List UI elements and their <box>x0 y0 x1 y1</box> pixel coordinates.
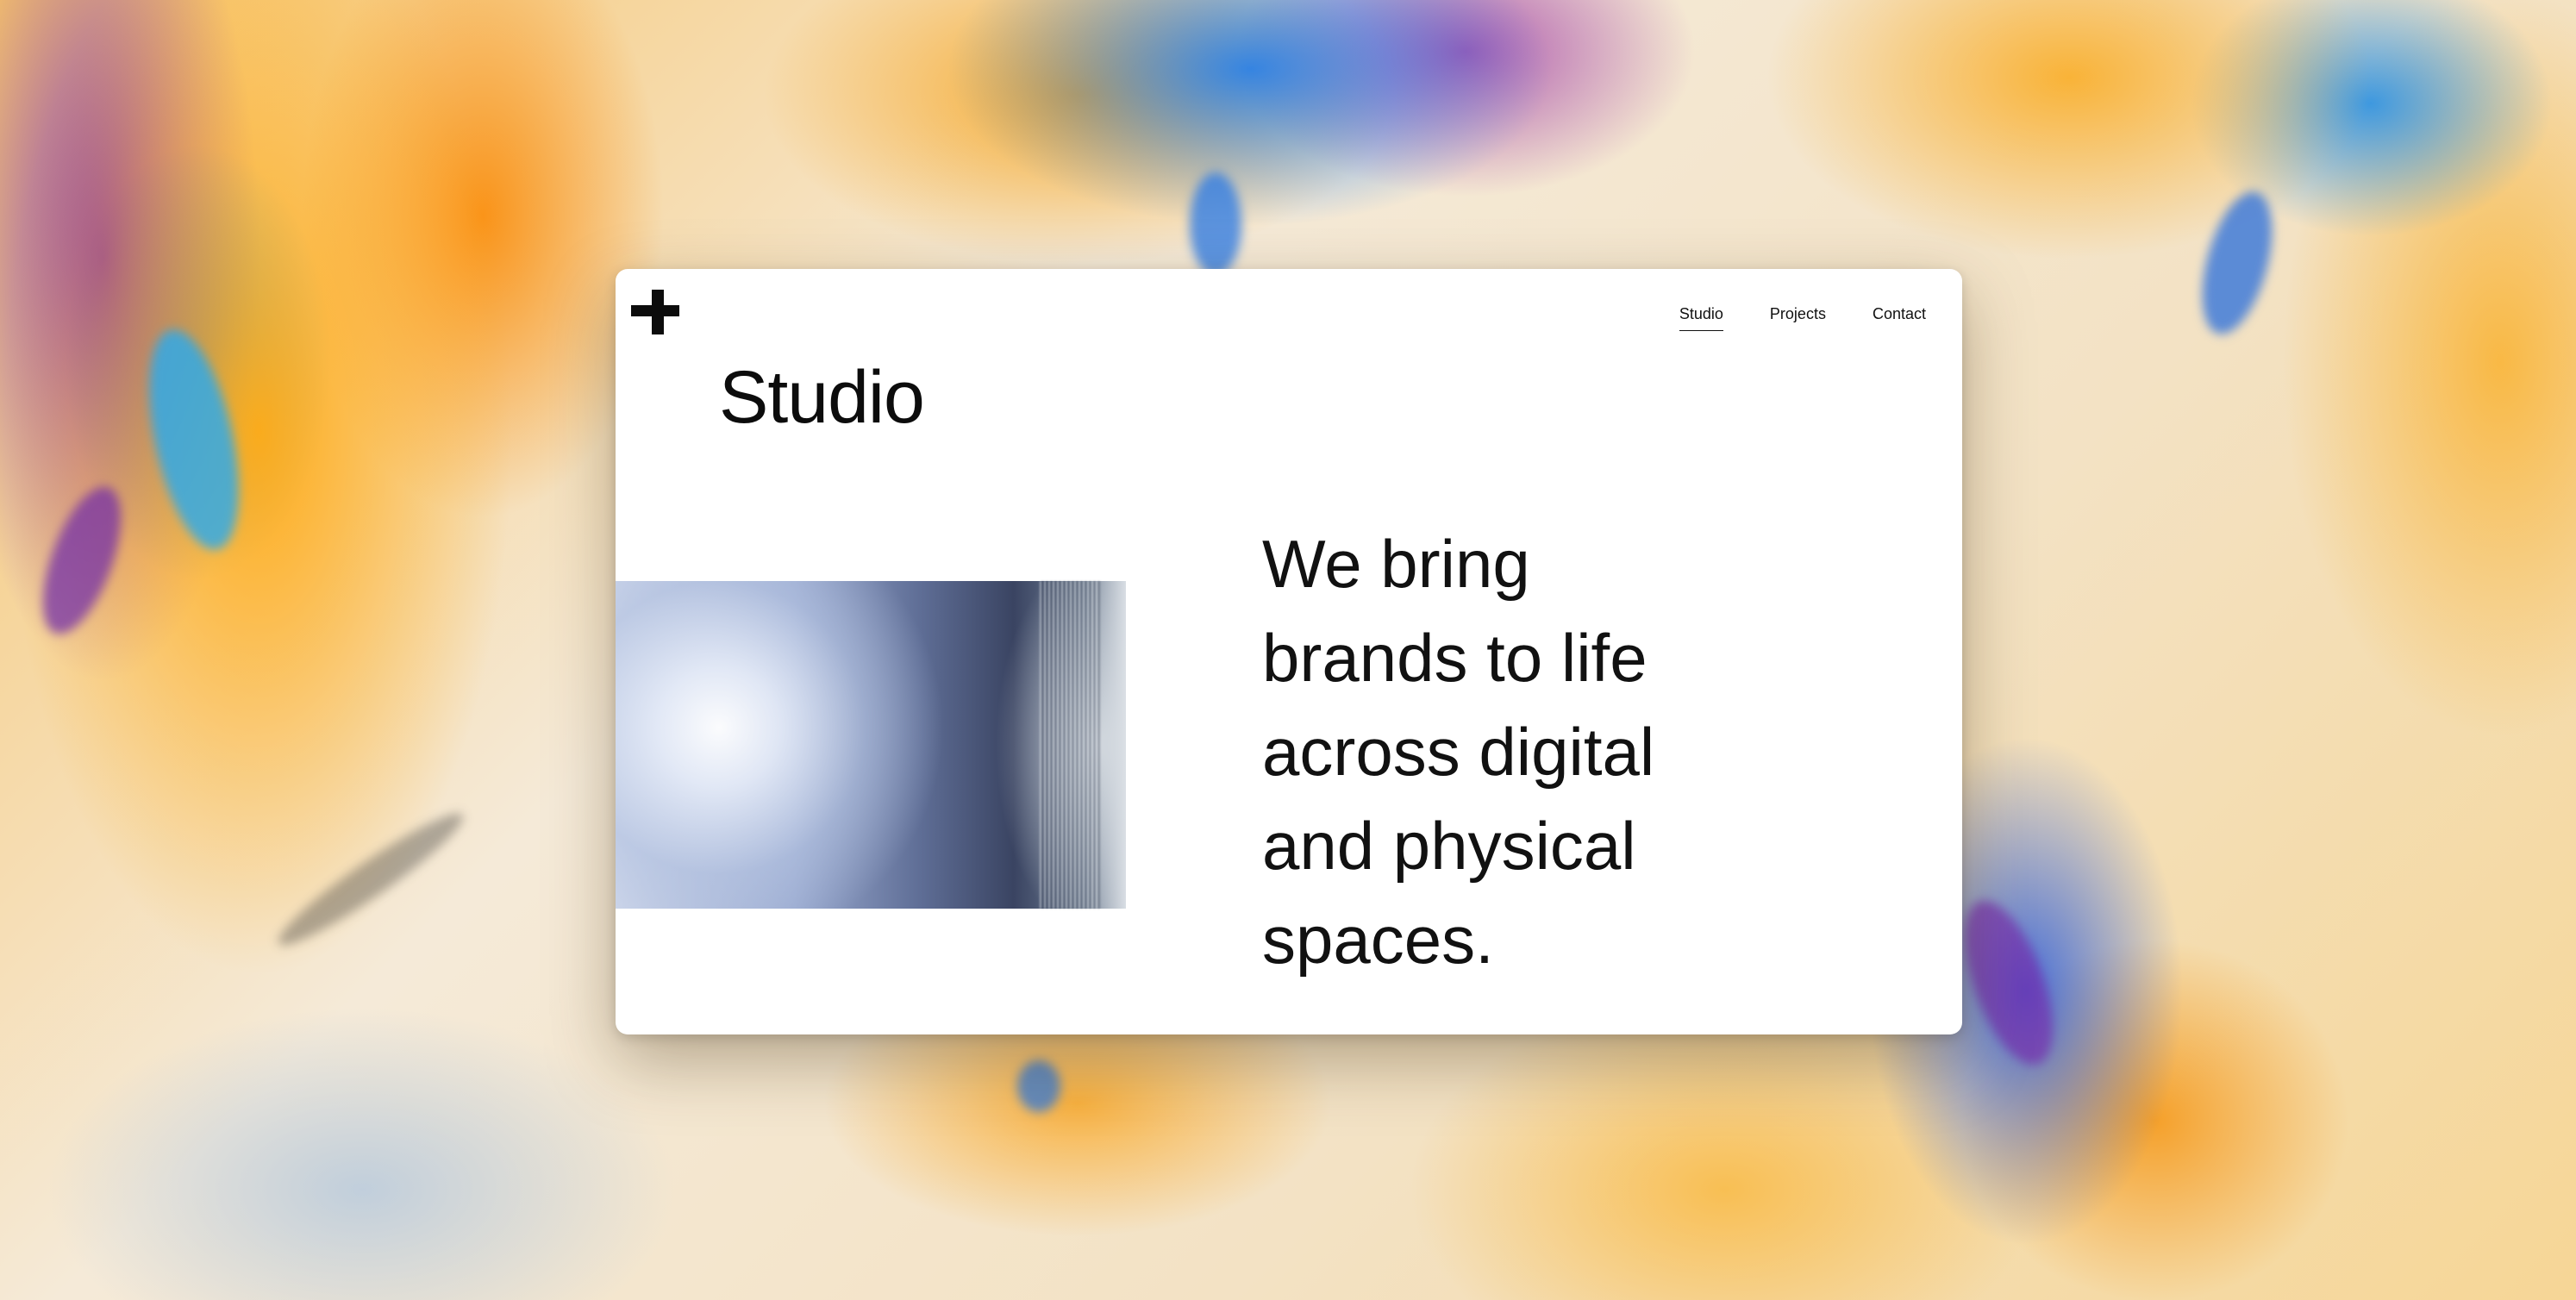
website-window: Studio Projects Contact Studio We bring … <box>616 269 1962 1034</box>
main-navigation: Studio Projects Contact <box>1679 305 1926 331</box>
nav-item-contact[interactable]: Contact <box>1873 305 1926 331</box>
jellyfish-hero-image <box>616 581 1126 909</box>
nav-item-studio[interactable]: Studio <box>1679 305 1723 331</box>
nav-item-projects[interactable]: Projects <box>1770 305 1826 331</box>
image-texture <box>1040 581 1100 909</box>
plus-logo-icon[interactable] <box>631 284 683 336</box>
page-title: Studio <box>719 356 925 439</box>
studio-tagline: We bring brands to life across digital a… <box>1262 526 1655 978</box>
